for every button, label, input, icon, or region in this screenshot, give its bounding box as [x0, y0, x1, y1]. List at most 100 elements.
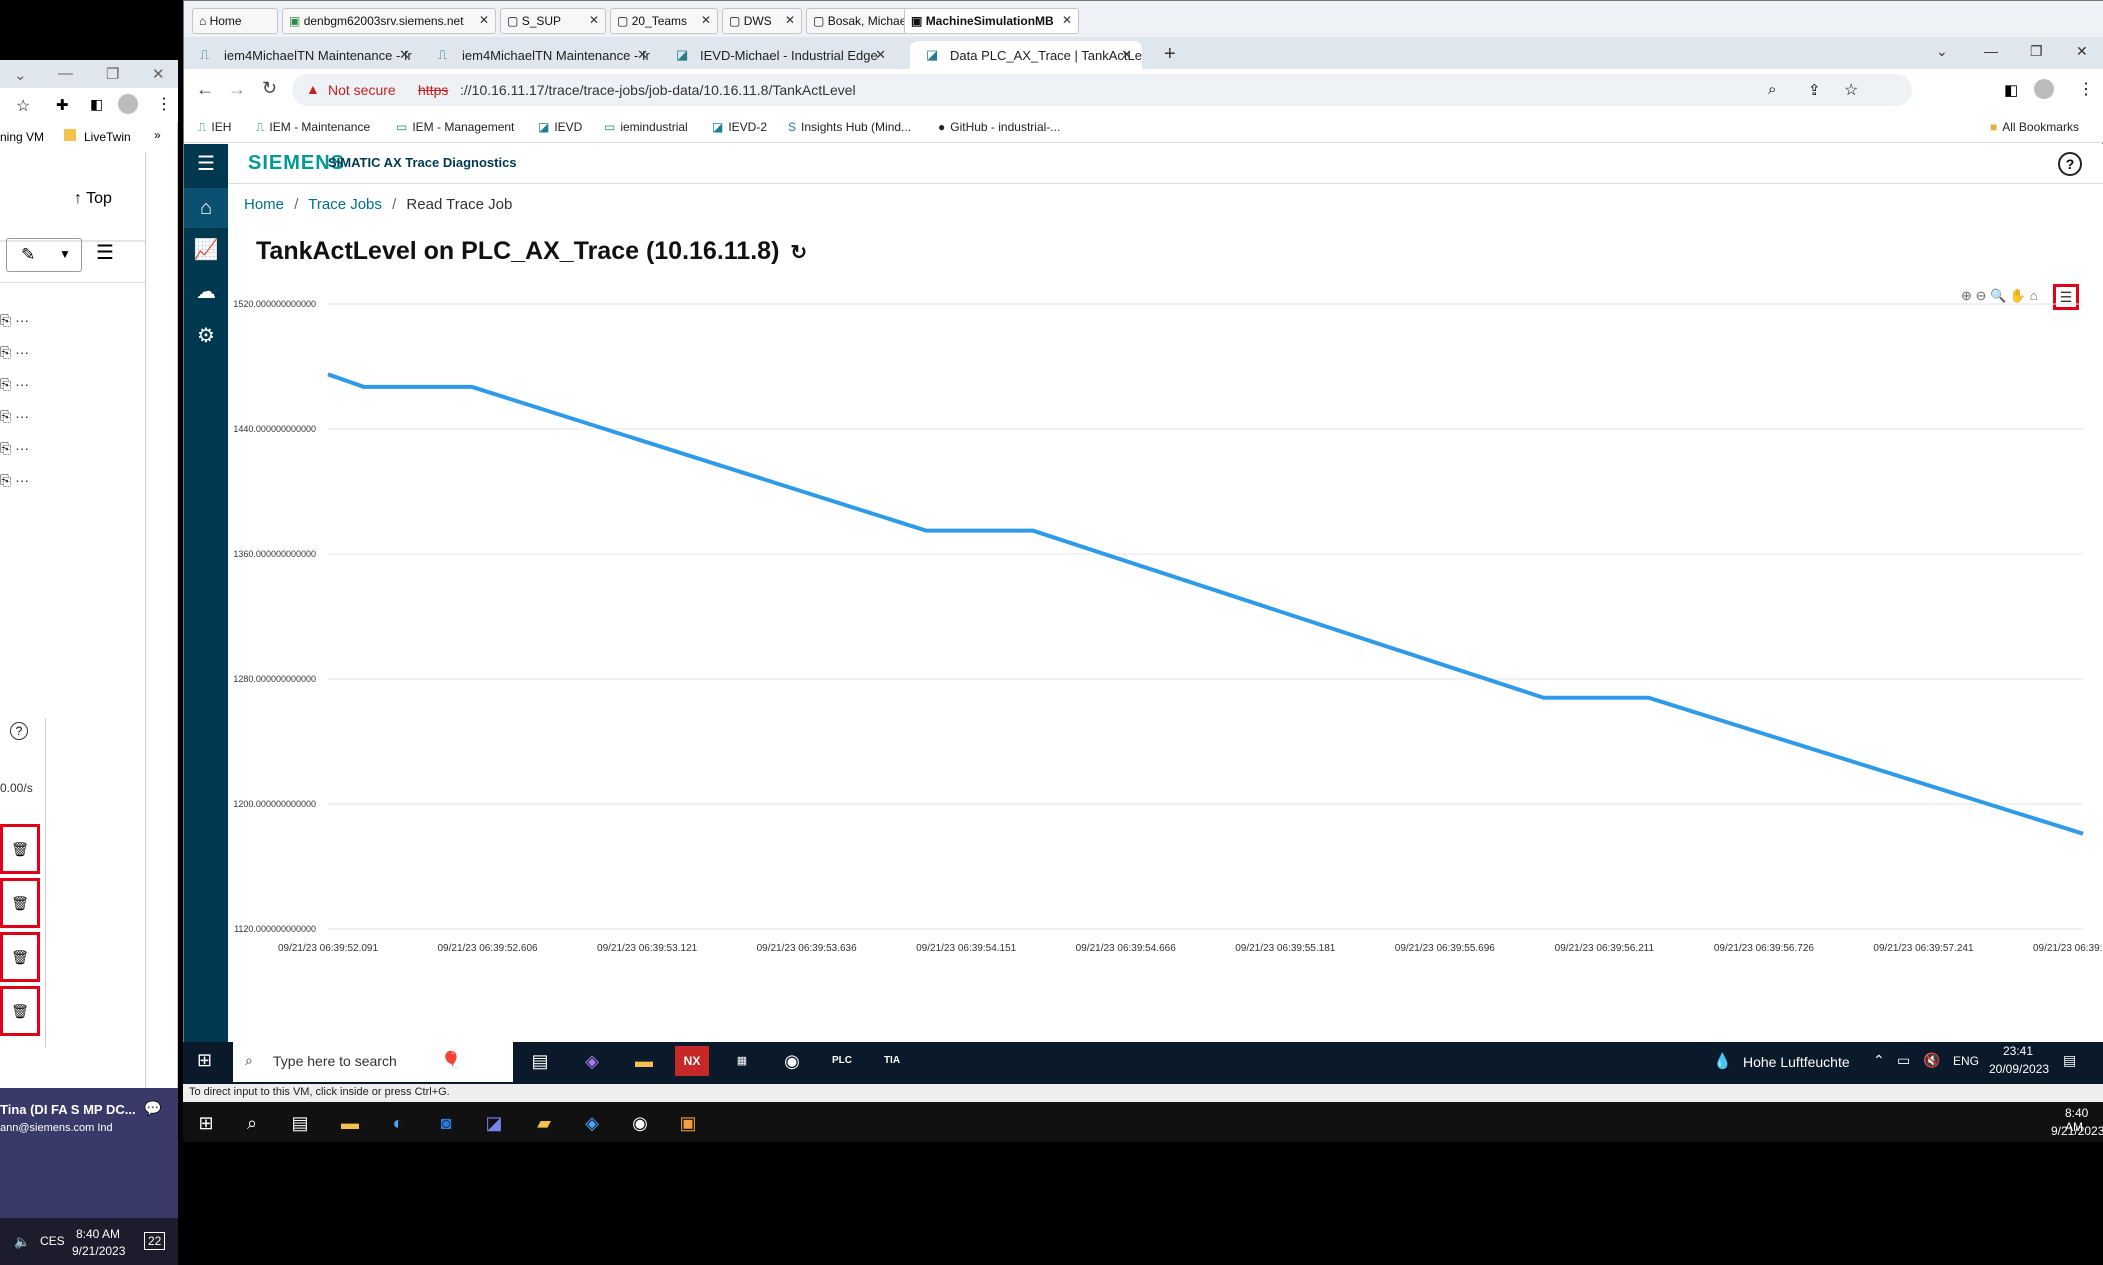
list-icon[interactable]: ☰ [96, 240, 114, 265]
nx-icon[interactable]: NX [675, 1046, 709, 1076]
bookmark-ieh[interactable]: ⎍ IEH [198, 120, 231, 135]
bookmark-insights-hub[interactable]: S Insights Hub (Mind... [788, 120, 911, 134]
home-nav-icon[interactable]: ⌂ [184, 188, 228, 228]
close-button[interactable]: ✕ [152, 65, 165, 83]
weather-text[interactable]: Hohe Luftfeuchte [1743, 1054, 1850, 1070]
new-tab-button[interactable]: + [1164, 43, 1176, 66]
file-explorer-icon[interactable]: ▬ [333, 1108, 367, 1138]
windows-start-icon[interactable]: ⊞ [189, 1108, 223, 1138]
star-icon[interactable]: ☆ [16, 96, 30, 116]
tab-iem-maintenance-1[interactable]: ⎍ iem4MichaelTN Maintenance - Ir ✕ [184, 41, 420, 69]
tab-iem-maintenance-2[interactable]: ⎍ iem4MichaelTN Maintenance - Ir ✕ [422, 41, 658, 69]
tab-home[interactable]: ⌂ Home [192, 8, 278, 34]
notification-center-icon[interactable]: ▤ [2063, 1052, 2076, 1069]
all-bookmarks[interactable]: ■ All Bookmarks [1990, 120, 2079, 134]
file-explorer-icon[interactable]: ▬ [627, 1046, 661, 1076]
restore-button[interactable]: ❐ [106, 65, 119, 83]
plcsim-icon[interactable]: PLC [825, 1046, 859, 1076]
avatar[interactable] [2034, 79, 2054, 99]
hamburger-icon[interactable]: ☰ [184, 144, 228, 184]
tab-data-plc[interactable]: ◪ Data PLC_AX_Trace | TankActLeve ✕ [910, 41, 1142, 69]
not-secure-label[interactable]: Not secure [328, 82, 396, 98]
remote-desktop-icon[interactable]: ▣ [671, 1108, 705, 1138]
forward-icon[interactable]: → [228, 79, 246, 100]
delete-button[interactable]: 🗑 [0, 824, 40, 874]
minimize-button[interactable]: — [1984, 43, 1998, 59]
address-bar[interactable]: ▲ Not secure https ://10.16.11.17/trace/… [292, 74, 1912, 106]
help-icon[interactable]: ? [10, 722, 28, 740]
bookmark-livetwin[interactable]: LiveTwin [84, 130, 131, 144]
cloud-nav-icon[interactable]: ☁ [184, 272, 228, 312]
list-item[interactable]: ⎘ ··· [0, 408, 29, 425]
bookmark-ievd[interactable]: ◪ IEVD [538, 120, 582, 134]
list-item[interactable]: ⎘ ··· [0, 376, 29, 393]
sidepanel-icon[interactable]: ◧ [2004, 81, 2018, 99]
delete-button[interactable]: 🗑 [0, 932, 40, 982]
search-icon[interactable]: ⌕ [235, 1108, 269, 1138]
sidepanel-icon[interactable]: ◧ [90, 96, 103, 113]
vm-language[interactable]: ENG [1953, 1054, 1979, 1068]
more-bookmarks-icon[interactable]: » [154, 128, 161, 142]
extensions-icon[interactable]: ✚ [56, 96, 69, 114]
search-box[interactable]: ⌕ Type here to search 🎈 [233, 1042, 513, 1082]
help-icon[interactable]: ? [2058, 152, 2082, 176]
back-icon[interactable]: ← [196, 79, 214, 100]
language-indicator[interactable]: CES [40, 1234, 65, 1248]
notification-count[interactable]: 22 [144, 1232, 166, 1250]
windows-start-icon[interactable]: ⊞ [197, 1050, 212, 1071]
breadcrumb-home[interactable]: Home [244, 196, 284, 213]
bookmark-iem-management[interactable]: ▭ IEM - Management [396, 120, 514, 134]
bookmark-ievd-2[interactable]: ◪ IEVD-2 [712, 120, 767, 134]
tia-portal-icon[interactable]: TIA [875, 1046, 909, 1076]
bookmark-training-vm[interactable]: ning VM [0, 130, 44, 144]
task-view-icon[interactable]: ▤ [283, 1108, 317, 1138]
delete-button[interactable]: 🗑 [0, 878, 40, 928]
menu-icon[interactable]: ⋮ [2078, 79, 2094, 99]
notification-toast[interactable]: Tina (DI FA S MP DC... ann@siemens.com I… [0, 1088, 178, 1218]
minimize-button[interactable]: — [58, 65, 73, 82]
teams-icon[interactable]: ◪ [477, 1108, 511, 1138]
zoom-icon[interactable]: ⌕ [1768, 81, 1776, 98]
breadcrumb-trace-jobs[interactable]: Trace Jobs [308, 196, 382, 213]
chevron-down-icon[interactable]: ⌄ [14, 66, 27, 84]
star-icon[interactable]: ☆ [1844, 80, 1858, 100]
list-item[interactable]: ⎘ ··· [0, 312, 29, 329]
delete-button[interactable]: 🗑 [0, 986, 40, 1036]
reload-icon[interactable]: ↻ [262, 78, 277, 99]
task-view-icon[interactable]: ▤ [523, 1046, 557, 1076]
restore-button[interactable]: ❐ [2030, 43, 2043, 60]
list-item[interactable]: ⎘ ··· [0, 472, 29, 489]
list-item[interactable]: ⎘ ··· [0, 440, 29, 457]
avatar[interactable] [118, 94, 138, 114]
settings-nav-icon[interactable]: ⚙ [184, 316, 228, 356]
refresh-icon[interactable]: ↻ [790, 242, 807, 264]
app-icon[interactable]: ◈ [575, 1108, 609, 1138]
chart-nav-icon[interactable]: 📈 [184, 230, 228, 270]
onenote-icon[interactable]: ▰ [527, 1108, 561, 1138]
chrome-icon[interactable]: ◉ [623, 1108, 657, 1138]
edge-icon[interactable]: ◐ [381, 1108, 415, 1138]
bookmark-github[interactable]: ● GitHub - industrial-... [938, 120, 1060, 134]
edit-dropdown[interactable]: ✎ ▼ [6, 238, 82, 272]
visual-studio-icon[interactable]: ◈ [575, 1046, 609, 1076]
list-item[interactable]: ⎘ ··· [0, 344, 29, 361]
tab-teams[interactable]: ▢ 20_Teams ✕ [610, 8, 718, 34]
share-icon[interactable]: ⇪ [1808, 81, 1821, 99]
bookmark-iem-maintenance[interactable]: ⎍ IEM - Maintenance [256, 120, 370, 135]
network-icon[interactable]: ▭ [1897, 1052, 1910, 1069]
menu-icon[interactable]: ⋮ [156, 94, 172, 114]
tab-search-icon[interactable]: ⌄ [1936, 43, 1948, 60]
bookmark-iemindustrial[interactable]: ▭ iemindustrial [604, 120, 688, 134]
chrome-icon[interactable]: ◉ [775, 1046, 809, 1076]
top-button[interactable]: ↑ Top [74, 190, 112, 208]
tab-ssup[interactable]: ▢ S_SUP ✕ [500, 8, 606, 34]
outlook-icon[interactable]: ◙ [429, 1108, 463, 1138]
tab-ievd-michael[interactable]: ◪ IEVD-Michael - Industrial Edge ✕ [660, 41, 896, 69]
tray-chevron-icon[interactable]: ⌃ [1873, 1052, 1885, 1069]
tab-denbgm[interactable]: ▣ denbgm62003srv.siemens.net ✕ [282, 8, 496, 34]
muted-speaker-icon[interactable]: 🔇 [1923, 1052, 1940, 1069]
tab-dws[interactable]: ▢ DWS ✕ [722, 8, 802, 34]
tab-machinesimulation[interactable]: ▣ MachineSimulationMB ✕ [904, 8, 1079, 34]
speaker-icon[interactable]: 🔈 [14, 1234, 30, 1250]
close-window-button[interactable]: ✕ [2076, 43, 2088, 60]
